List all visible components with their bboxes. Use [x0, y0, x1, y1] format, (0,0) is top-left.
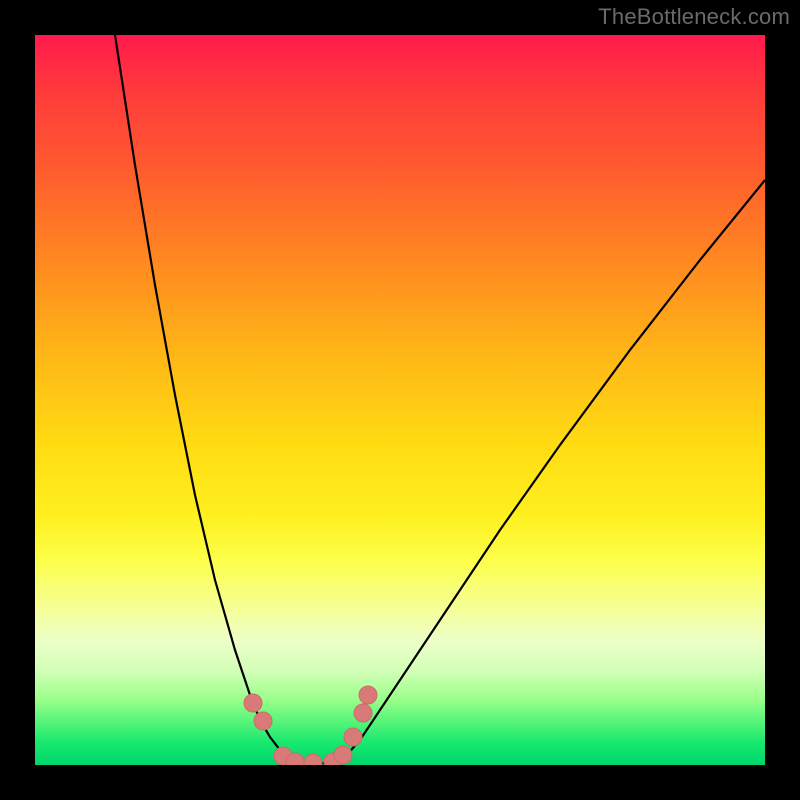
marker-point [334, 746, 352, 764]
plot-area [35, 35, 765, 765]
marker-point [244, 694, 262, 712]
marker-point [344, 728, 362, 746]
chart-svg [35, 35, 765, 765]
marker-group [244, 686, 377, 765]
chart-frame: TheBottleneck.com [0, 0, 800, 800]
curve-left-branch [115, 35, 297, 763]
curve-right-branch [335, 180, 765, 763]
watermark-text: TheBottleneck.com [598, 4, 790, 30]
marker-point [354, 704, 372, 722]
marker-point [304, 754, 322, 765]
marker-point [359, 686, 377, 704]
marker-point [254, 712, 272, 730]
